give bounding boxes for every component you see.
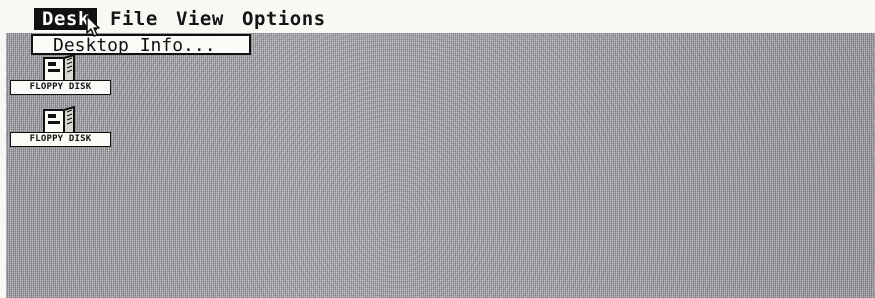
menu-view[interactable]: View <box>176 8 224 30</box>
menu-file-label: File <box>110 8 158 30</box>
mouse-arrow-icon <box>86 15 100 37</box>
floppy-disk-b-label: FLOPPY DISK <box>10 132 111 147</box>
desk-dropdown-menu: Desktop Info... <box>31 34 251 55</box>
floppy-disk-a[interactable]: FLOPPY DISK <box>8 54 113 104</box>
menu-desk-label: Desk <box>42 8 90 30</box>
floppy-disk-a-label: FLOPPY DISK <box>10 80 111 95</box>
menu-bar: Desk File View Options <box>0 0 875 33</box>
floppy-disk-b[interactable]: FLOPPY DISK <box>8 106 113 156</box>
atari-gem-screen: Desk File View Options Desktop Info... F… <box>0 0 875 298</box>
desktop-info-label: Desktop Info... <box>53 35 216 56</box>
menu-options-label: Options <box>242 8 326 30</box>
menu-view-label: View <box>176 8 224 30</box>
menu-file[interactable]: File <box>110 8 158 30</box>
desktop-background[interactable] <box>6 33 875 298</box>
menu-options[interactable]: Options <box>242 8 326 30</box>
desktop-info-menu-item[interactable]: Desktop Info... <box>53 36 216 55</box>
